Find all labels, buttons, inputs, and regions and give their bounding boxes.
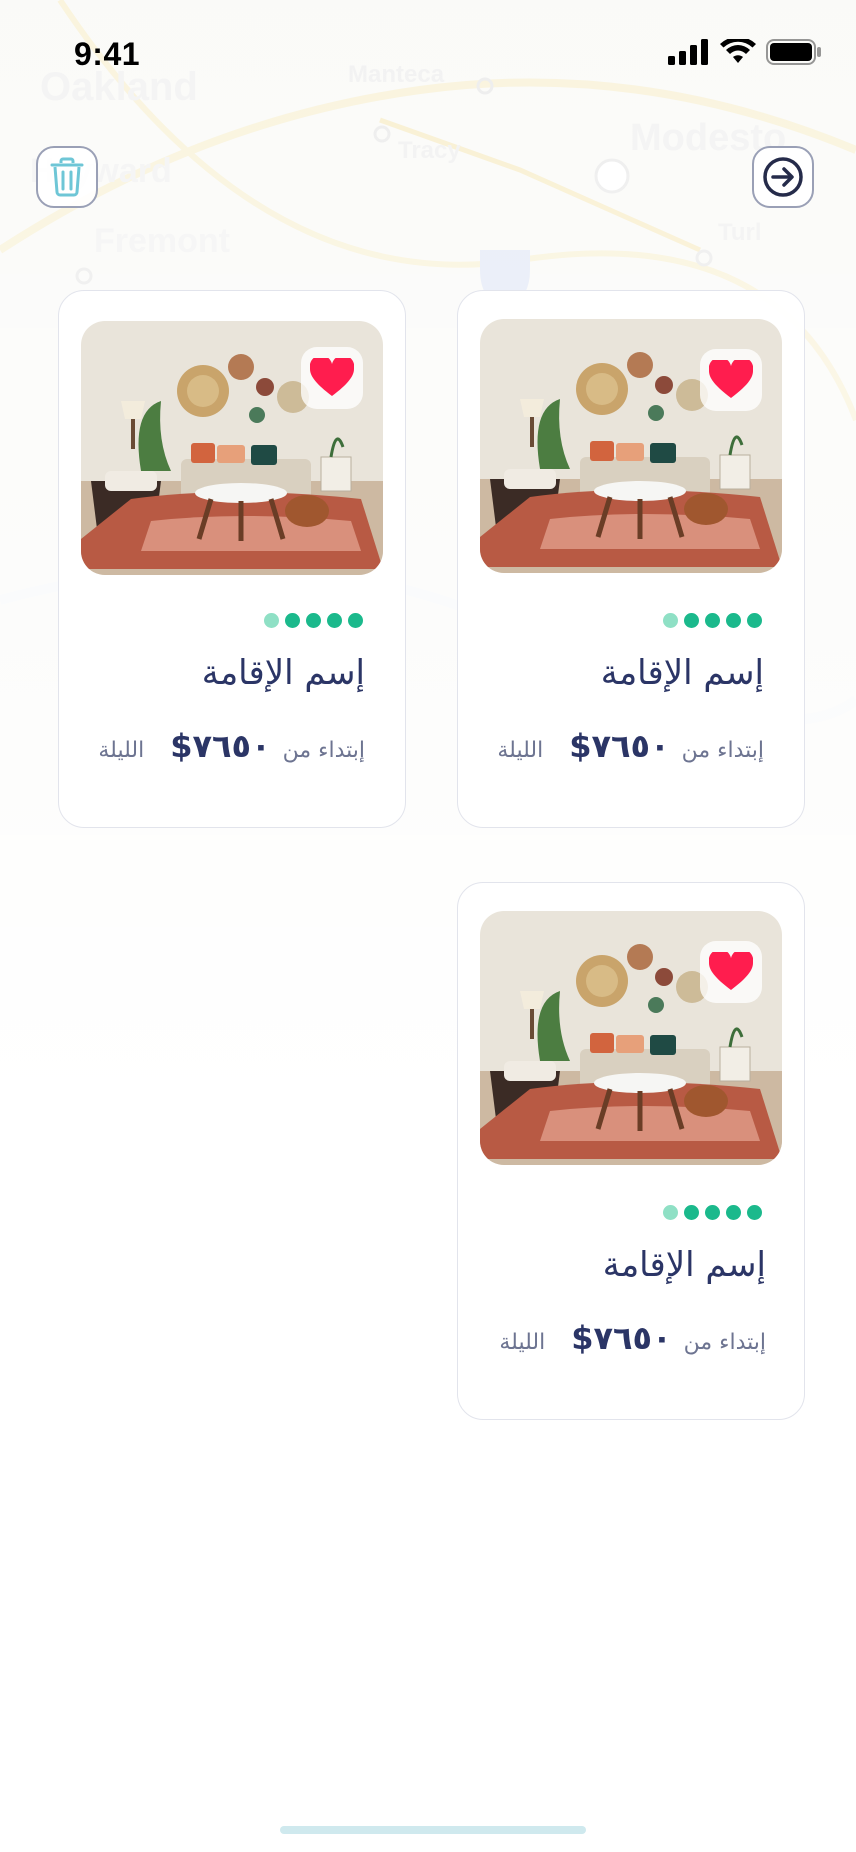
- heart-icon: [709, 360, 753, 398]
- price-from-label: إبتداء من: [282, 738, 365, 763]
- price-value: $٧٦٥٠: [170, 727, 271, 765]
- rating-dots: [264, 613, 363, 628]
- favorite-button[interactable]: [700, 941, 762, 1003]
- trash-icon: [50, 157, 84, 197]
- listing-card[interactable]: إسم الإقامة إبتداء من $٧٦٥٠ الليلة: [58, 290, 406, 828]
- favorite-button[interactable]: [700, 349, 762, 411]
- heart-icon: [310, 358, 354, 396]
- listing-card[interactable]: إسم الإقامة إبتداء من $٧٦٥٠ الليلة: [457, 882, 805, 1420]
- battery-icon: [766, 39, 821, 65]
- cellular-signal-icon: [668, 39, 708, 65]
- per-night-label: الليلة: [499, 1330, 546, 1355]
- price-from-label: إبتداء من: [681, 738, 764, 763]
- rating-dots: [663, 613, 762, 628]
- price-row: إبتداء من $٧٦٥٠ الليلة: [98, 727, 365, 765]
- rating-dots: [663, 1205, 762, 1220]
- arrow-right-circle-icon: [763, 157, 803, 197]
- price-row: إبتداء من $٧٦٥٠ الليلة: [497, 727, 764, 765]
- price-from-label: إبتداء من: [683, 1330, 766, 1355]
- price-value: $٧٦٥٠: [569, 727, 670, 765]
- status-icons: [668, 38, 822, 66]
- price-value: $٧٦٥٠: [571, 1319, 672, 1357]
- per-night-label: الليلة: [497, 738, 544, 763]
- listing-name: إسم الإقامة: [602, 1245, 766, 1285]
- forward-button[interactable]: [752, 146, 814, 208]
- listing-name: إسم الإقامة: [600, 653, 764, 693]
- per-night-label: الليلة: [98, 738, 145, 763]
- listing-name: إسم الإقامة: [201, 653, 365, 693]
- heart-icon: [709, 952, 753, 990]
- price-row: إبتداء من $٧٦٥٠ الليلة: [499, 1319, 766, 1357]
- wifi-icon: [720, 39, 756, 63]
- home-indicator: [280, 1826, 586, 1834]
- favorite-button[interactable]: [301, 347, 363, 409]
- listing-card[interactable]: إسم الإقامة إبتداء من $٧٦٥٠ الليلة: [457, 290, 805, 828]
- status-time: 9:41: [74, 36, 141, 72]
- delete-button[interactable]: [36, 146, 98, 208]
